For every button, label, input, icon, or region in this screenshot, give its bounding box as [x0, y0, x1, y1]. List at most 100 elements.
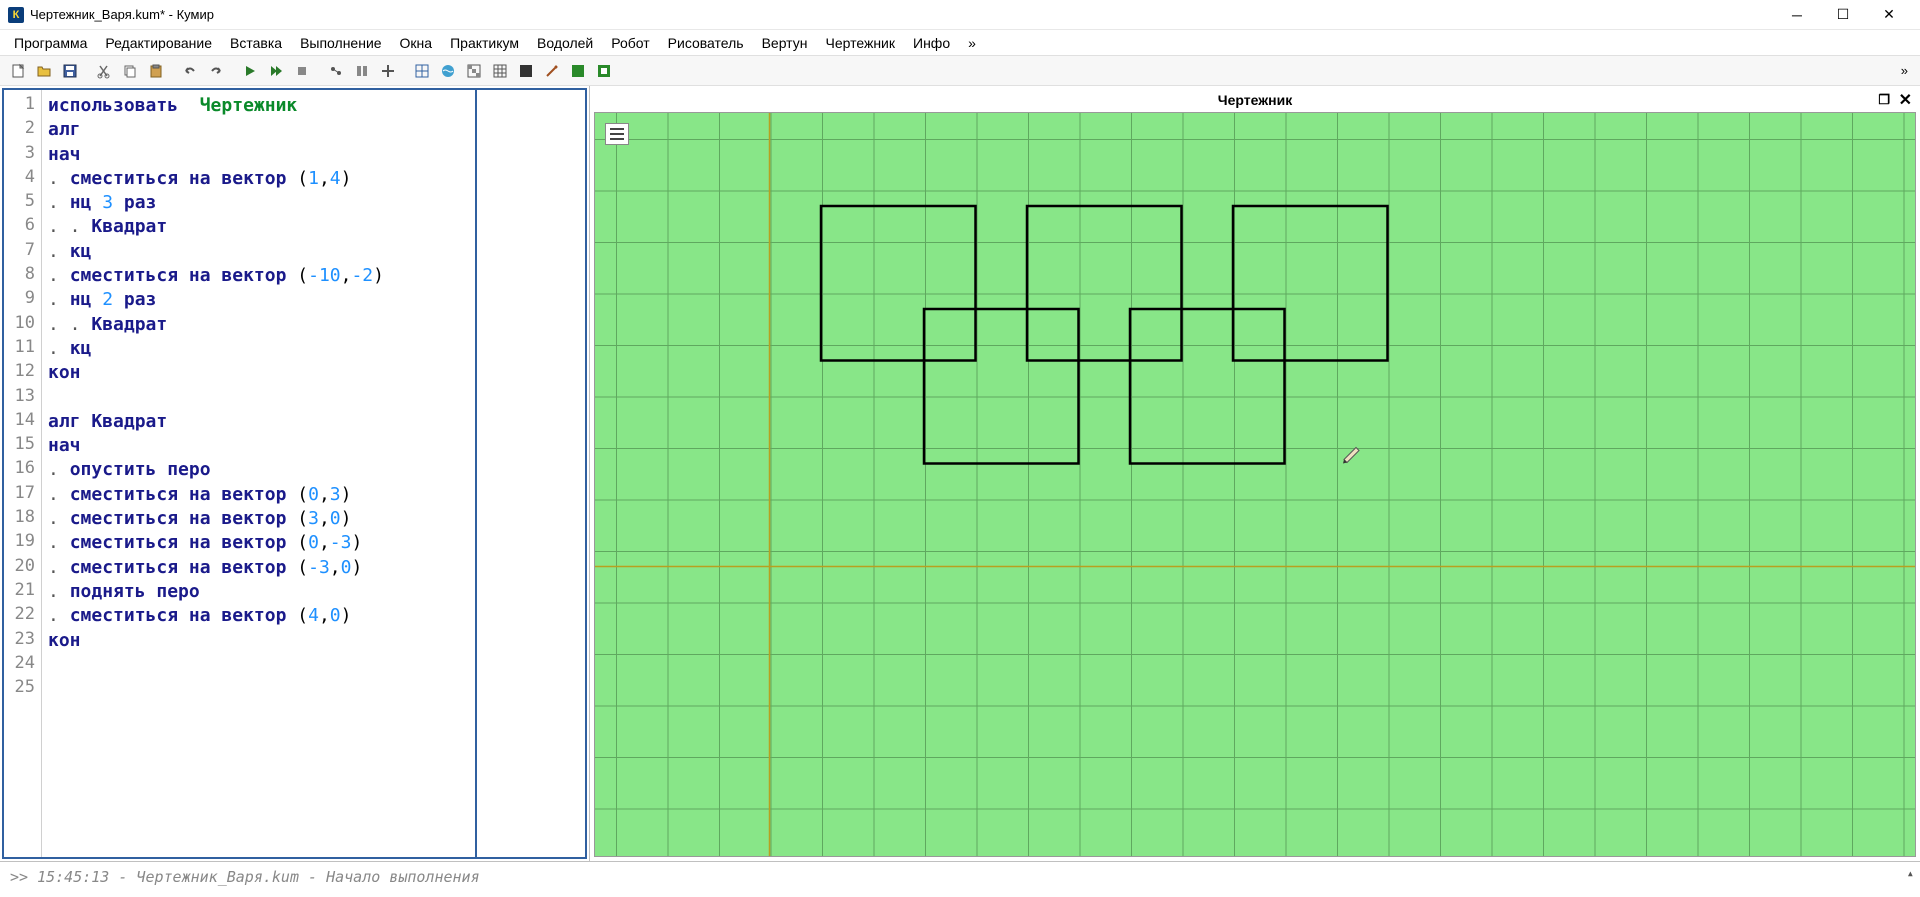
menu-item-5[interactable]: Практикум	[442, 33, 527, 53]
line-number: 17	[4, 483, 41, 507]
code-line[interactable]: алг	[48, 118, 469, 142]
undo-button[interactable]	[178, 59, 202, 83]
cut-button[interactable]	[92, 59, 116, 83]
code-line[interactable]: . опустить перо	[48, 458, 469, 482]
line-number: 24	[4, 653, 41, 677]
code-line[interactable]: использовать Чертежник	[48, 94, 469, 118]
line-number: 23	[4, 629, 41, 653]
menu-item-10[interactable]: Чертежник	[817, 33, 903, 53]
canvas-menu-button[interactable]	[605, 123, 629, 145]
canvas-close-button[interactable]: ✕	[1899, 90, 1912, 110]
line-number: 14	[4, 410, 41, 434]
close-button[interactable]: ✕	[1866, 0, 1912, 30]
open-file-button[interactable]	[32, 59, 56, 83]
menu-item-11[interactable]: Инфо	[905, 33, 958, 53]
window-title: Чертежник_Варя.kum* - Кумир	[30, 7, 1774, 22]
run-button[interactable]	[238, 59, 262, 83]
line-number: 19	[4, 531, 41, 555]
code-line[interactable]: кон	[48, 361, 469, 385]
menu-item-3[interactable]: Выполнение	[292, 33, 389, 53]
pencil-icon[interactable]	[540, 59, 564, 83]
line-number: 7	[4, 240, 41, 264]
line-number: 15	[4, 434, 41, 458]
code-line[interactable]: алг Квадрат	[48, 410, 469, 434]
menu-item-7[interactable]: Робот	[603, 33, 657, 53]
console-text: >> 15:45:13 - Чертежник_Варя.kum - Начал…	[10, 868, 480, 886]
console-scroll-up[interactable]: ▴	[1907, 866, 1914, 880]
drawing-canvas[interactable]	[594, 112, 1916, 857]
editor-pane: 1234567891011121314151617181920212223242…	[0, 86, 590, 861]
robot-icon[interactable]	[462, 59, 486, 83]
stop-button[interactable]	[290, 59, 314, 83]
tool-1-button[interactable]	[324, 59, 348, 83]
line-number: 22	[4, 604, 41, 628]
code-line[interactable]: . . Квадрат	[48, 313, 469, 337]
minimize-button[interactable]: ─	[1774, 0, 1820, 30]
line-number: 21	[4, 580, 41, 604]
copy-button[interactable]	[118, 59, 142, 83]
new-file-button[interactable]	[6, 59, 30, 83]
code-line[interactable]: . сместиться на вектор (0,-3)	[48, 531, 469, 555]
code-line[interactable]: . нц 3 раз	[48, 191, 469, 215]
line-number: 5	[4, 191, 41, 215]
console[interactable]: >> 15:45:13 - Чертежник_Варя.kum - Начал…	[0, 861, 1920, 897]
toolbar-overflow-button[interactable]: »	[1895, 63, 1914, 78]
line-number: 3	[4, 143, 41, 167]
titlebar: К Чертежник_Варя.kum* - Кумир ─ ☐ ✕	[0, 0, 1920, 30]
window-controls: ─ ☐ ✕	[1774, 0, 1912, 30]
canvas-pane: Чертежник ❐ ✕	[590, 86, 1920, 861]
code-line[interactable]: кон	[48, 629, 469, 653]
editor-side-panel	[475, 90, 585, 857]
code-line[interactable]: . кц	[48, 240, 469, 264]
line-number: 12	[4, 361, 41, 385]
line-number: 13	[4, 386, 41, 410]
green-2-icon[interactable]	[592, 59, 616, 83]
code-line[interactable]: . . Квадрат	[48, 215, 469, 239]
code-line[interactable]: . сместиться на вектор (-3,0)	[48, 556, 469, 580]
code-line[interactable]: нач	[48, 143, 469, 167]
code-line[interactable]: . сместиться на вектор (1,4)	[48, 167, 469, 191]
code-area[interactable]: 1234567891011121314151617181920212223242…	[2, 88, 587, 859]
green-1-icon[interactable]	[566, 59, 590, 83]
canvas-pin-button[interactable]: ❐	[1878, 92, 1890, 108]
toolbar: »	[0, 56, 1920, 86]
menu-item-8[interactable]: Рисователь	[660, 33, 752, 53]
line-number: 11	[4, 337, 41, 361]
code-line[interactable]: нач	[48, 434, 469, 458]
app-icon: К	[8, 7, 24, 23]
step-button[interactable]	[264, 59, 288, 83]
line-number: 1	[4, 94, 41, 118]
menu-item-1[interactable]: Редактирование	[97, 33, 220, 53]
line-number: 2	[4, 118, 41, 142]
paste-button[interactable]	[144, 59, 168, 83]
code-line[interactable]: . поднять перо	[48, 580, 469, 604]
line-gutter: 1234567891011121314151617181920212223242…	[4, 90, 42, 857]
code-line[interactable]: . сместиться на вектор (3,0)	[48, 507, 469, 531]
redo-button[interactable]	[204, 59, 228, 83]
code-line[interactable]: . кц	[48, 337, 469, 361]
menu-item-12[interactable]: »	[960, 33, 984, 53]
menu-item-4[interactable]: Окна	[392, 33, 441, 53]
grid-2-icon[interactable]	[488, 59, 512, 83]
dark-icon[interactable]	[514, 59, 538, 83]
grid-1-icon[interactable]	[410, 59, 434, 83]
code-line[interactable]: . сместиться на вектор (-10,-2)	[48, 264, 469, 288]
code-line[interactable]: . сместиться на вектор (0,3)	[48, 483, 469, 507]
code-line[interactable]: . нц 2 раз	[48, 288, 469, 312]
code-line[interactable]	[48, 386, 469, 410]
menu-item-2[interactable]: Вставка	[222, 33, 290, 53]
line-number: 25	[4, 677, 41, 701]
menu-item-9[interactable]: Вертун	[754, 33, 816, 53]
line-number: 16	[4, 458, 41, 482]
water-icon[interactable]	[436, 59, 460, 83]
code-editor[interactable]: использовать Чертежникалгнач. сместиться…	[42, 90, 475, 857]
workspace: 1234567891011121314151617181920212223242…	[0, 86, 1920, 861]
menu-item-6[interactable]: Водолей	[529, 33, 601, 53]
maximize-button[interactable]: ☐	[1820, 0, 1866, 30]
menu-item-0[interactable]: Программа	[6, 33, 95, 53]
line-number: 6	[4, 215, 41, 239]
save-file-button[interactable]	[58, 59, 82, 83]
code-line[interactable]: . сместиться на вектор (4,0)	[48, 604, 469, 628]
tool-3-button[interactable]	[376, 59, 400, 83]
tool-2-button[interactable]	[350, 59, 374, 83]
